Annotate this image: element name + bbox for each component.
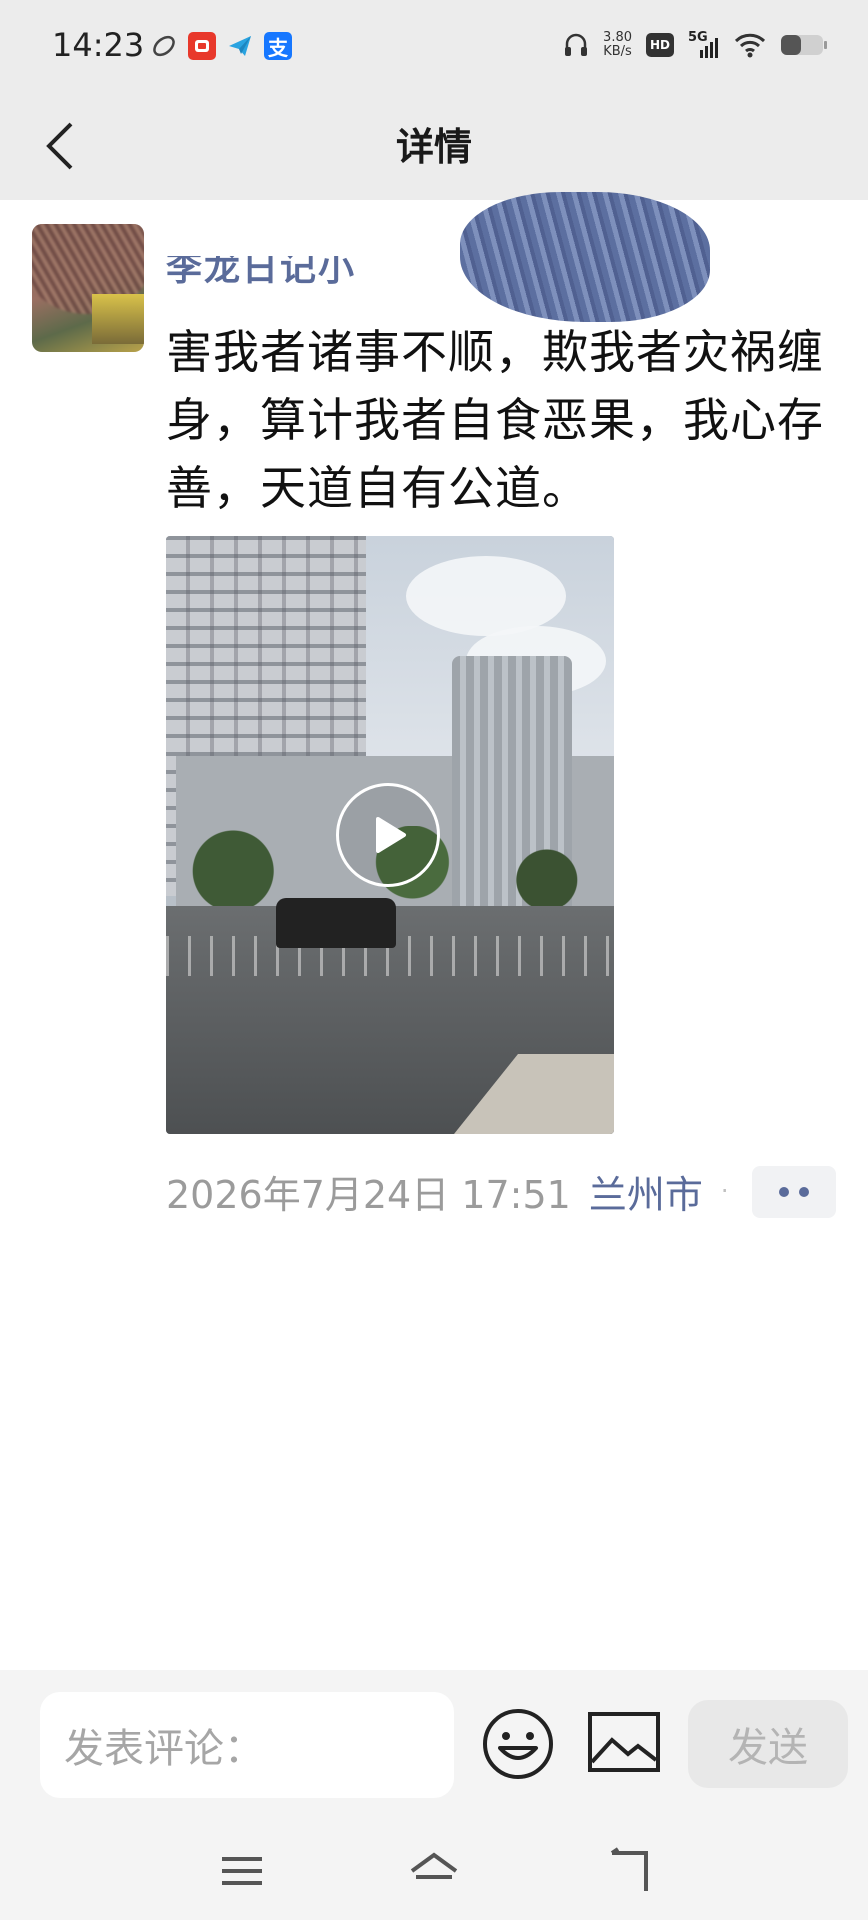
pinduoduo-icon — [188, 32, 216, 60]
more-actions-button[interactable] — [752, 1166, 836, 1218]
nickname[interactable]: 李龙日记小 — [166, 256, 356, 292]
post-location[interactable]: 兰州市 — [589, 1164, 703, 1219]
post-meta: 2026年7月24日 17:51 兰州市 · — [166, 1164, 729, 1219]
video-thumbnail[interactable] — [166, 536, 614, 1134]
comment-bar: 发表评论： 发送 — [0, 1670, 868, 1820]
dot-icon — [779, 1187, 789, 1197]
video-car — [276, 898, 396, 948]
wifi-icon — [734, 33, 766, 58]
nav-bar: 详情 — [0, 96, 868, 200]
menu-icon — [222, 1857, 262, 1885]
status-bar: 14:23 支 3.80 KB/s HD 5G — [0, 0, 868, 96]
avatar[interactable] — [32, 224, 144, 352]
status-indicators: 3.80 KB/s HD 5G — [563, 30, 828, 60]
signal-indicator: 5G — [688, 30, 720, 60]
meta-separator: · — [720, 1177, 729, 1205]
back-key-icon — [610, 1847, 648, 1891]
home-key[interactable] — [404, 1846, 464, 1896]
send-button[interactable]: 发送 — [688, 1700, 848, 1788]
image-icon — [588, 1712, 660, 1772]
alipay-icon: 支 — [264, 32, 292, 60]
system-nav-bar — [0, 1820, 868, 1920]
headphones-icon — [565, 33, 588, 56]
back-key[interactable] — [598, 1846, 658, 1896]
page-title: 详情 — [395, 125, 472, 169]
comment-input[interactable]: 发表评论： — [40, 1692, 454, 1798]
avatar-photo-detail — [92, 294, 144, 344]
net-speed-unit: KB/s — [603, 44, 632, 59]
menu-key[interactable] — [212, 1846, 272, 1896]
post-timestamp: 2026年7月24日 17:51 — [166, 1172, 571, 1217]
hd-badge: HD — [646, 33, 674, 57]
net-speed: 3.80 KB/s — [603, 31, 632, 59]
video-cloud — [406, 556, 566, 636]
paper-plane-icon — [226, 32, 254, 60]
status-time: 14:23 — [52, 26, 145, 64]
emoji-button[interactable] — [480, 1706, 556, 1782]
post-text: 害我者诸事不顺，欺我者灾祸缠身，算计我者自食恶果，我心存善，天道自有公道。 — [166, 325, 824, 515]
play-button[interactable] — [336, 783, 440, 887]
status-app-icons: 支 — [150, 32, 292, 60]
signal-bars-icon — [700, 38, 718, 58]
home-icon — [410, 1852, 458, 1879]
play-icon — [376, 817, 406, 853]
battery-icon — [781, 35, 827, 55]
smiley-icon — [483, 1709, 553, 1779]
dot-icon — [799, 1187, 809, 1197]
redaction-scribble — [460, 192, 710, 322]
image-button[interactable] — [586, 1710, 662, 1776]
leaf-icon — [150, 32, 178, 60]
net-speed-value: 3.80 — [603, 30, 632, 45]
